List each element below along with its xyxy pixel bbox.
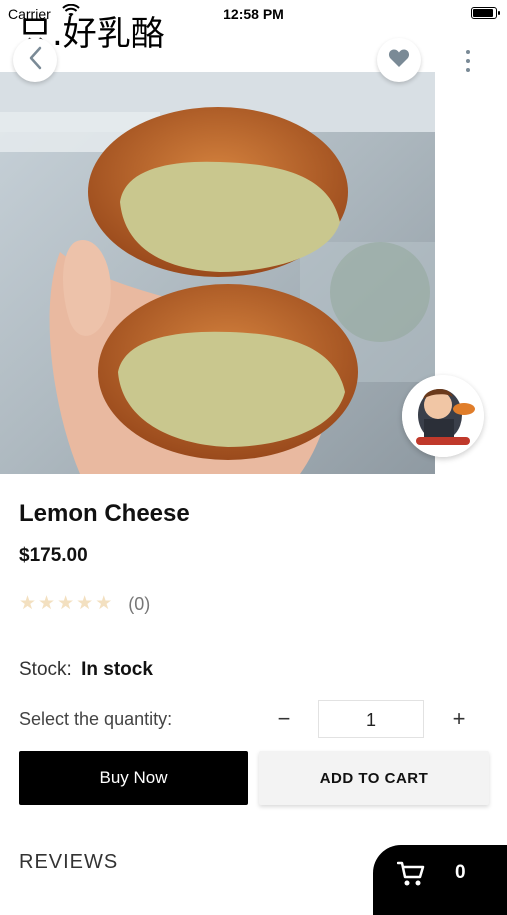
quantity-label: Select the quantity:: [19, 709, 173, 729]
heart-icon: [388, 48, 410, 73]
star-icon: ★: [19, 593, 37, 614]
product-image: [0, 72, 435, 474]
quantity-increase-button[interactable]: +: [446, 704, 472, 734]
quantity-decrease-button[interactable]: −: [271, 704, 297, 734]
star-icon: ★: [38, 593, 56, 614]
cart-button[interactable]: 0: [373, 845, 507, 915]
product-name: Lemon Cheese: [19, 500, 190, 527]
battery-icon: [471, 7, 500, 19]
quantity-input[interactable]: 1: [318, 700, 424, 738]
stock-label: Stock:: [19, 659, 72, 680]
star-icon: ★: [95, 593, 113, 614]
cart-count: 0: [455, 862, 466, 883]
product-rating: ★ ★ ★ ★ ★ (0): [19, 593, 150, 615]
shopping-cart-icon: [396, 861, 425, 892]
stock-value: In stock: [81, 659, 153, 680]
vendor-logo[interactable]: [402, 375, 484, 457]
favorite-button[interactable]: [377, 38, 421, 82]
star-icon: ★: [76, 593, 94, 614]
buy-now-button[interactable]: Buy Now: [19, 751, 248, 805]
star-icon: ★: [57, 593, 75, 614]
more-vertical-icon[interactable]: [459, 50, 477, 72]
chevron-left-icon: [28, 46, 42, 75]
stock-status: Stock: In stock: [19, 659, 153, 681]
product-price: $175.00: [19, 545, 88, 566]
back-button[interactable]: [13, 38, 57, 82]
rating-count: (0): [128, 593, 151, 614]
reviews-heading: REVIEWS: [19, 851, 119, 873]
add-to-cart-button[interactable]: ADD TO CART: [259, 751, 489, 805]
